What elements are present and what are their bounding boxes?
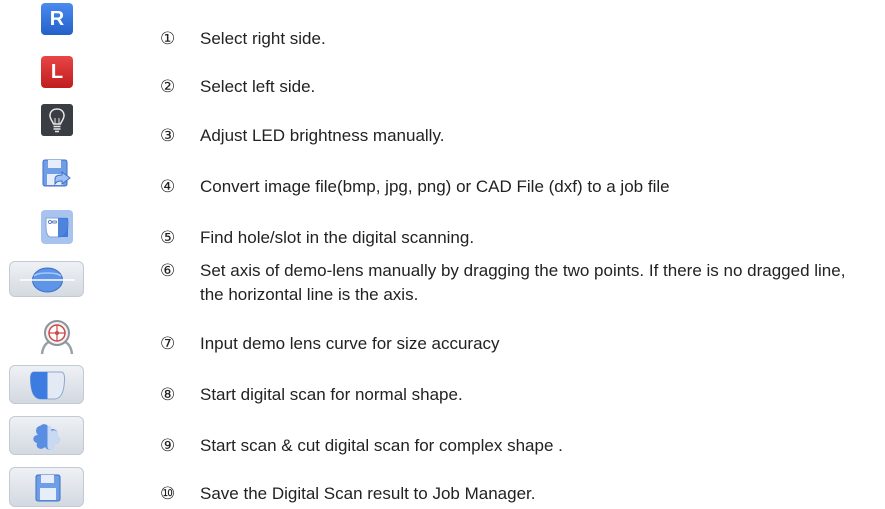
gauge-icon bbox=[40, 320, 74, 355]
floppy-arrow-icon bbox=[42, 159, 71, 187]
lens-hole-icon bbox=[45, 217, 69, 238]
find-hole-icon[interactable] bbox=[41, 210, 73, 244]
lens-axis-icon bbox=[20, 267, 75, 293]
item-number: ⑩ bbox=[160, 484, 176, 503]
convert-file-icon[interactable] bbox=[41, 158, 73, 192]
item-description: Set axis of demo-lens manually by draggi… bbox=[200, 261, 846, 304]
item-description: Adjust LED brightness manually. bbox=[200, 126, 445, 145]
item-number: ⑧ bbox=[160, 385, 176, 404]
item-description: Start digital scan for normal shape. bbox=[200, 385, 463, 404]
item-description: Input demo lens curve for size accuracy bbox=[200, 334, 500, 353]
set-axis-icon[interactable] bbox=[9, 261, 84, 297]
item-number: ⑦ bbox=[160, 334, 176, 353]
item-number: ② bbox=[160, 77, 176, 96]
bulb-icon bbox=[49, 108, 65, 133]
item-number: ⑤ bbox=[160, 228, 176, 247]
item-number: ① bbox=[160, 29, 176, 48]
lens-curve-icon[interactable] bbox=[38, 318, 76, 356]
item-description: Start scan & cut digital scan for comple… bbox=[200, 436, 563, 455]
floppy-save-icon bbox=[35, 474, 61, 502]
complex-scan-icon[interactable] bbox=[9, 416, 84, 455]
item-description: Select left side. bbox=[200, 77, 316, 96]
item-description: Save the Digital Scan result to Job Mana… bbox=[200, 484, 536, 503]
item-number: ⑨ bbox=[160, 436, 176, 455]
item-number: ③ bbox=[160, 126, 176, 145]
item-description: Find hole/slot in the digital scanning. bbox=[200, 228, 475, 247]
right-side-icon[interactable]: R bbox=[41, 3, 73, 35]
save-job-icon[interactable] bbox=[9, 467, 84, 507]
normal-scan-icon[interactable] bbox=[9, 365, 84, 404]
item-number: ④ bbox=[160, 177, 176, 196]
left-side-icon-letter: L bbox=[50, 61, 64, 83]
led-brightness-icon[interactable] bbox=[41, 104, 73, 136]
left-side-icon[interactable]: L bbox=[41, 56, 73, 88]
item-number: ⑥ bbox=[160, 261, 176, 280]
complex-shape-icon bbox=[33, 424, 60, 450]
half-lens-icon bbox=[29, 371, 66, 400]
right-side-icon-letter: R bbox=[49, 8, 65, 30]
item-description: Select right side. bbox=[200, 29, 326, 48]
item-description: Convert image file(bmp, jpg, png) or CAD… bbox=[200, 177, 670, 196]
